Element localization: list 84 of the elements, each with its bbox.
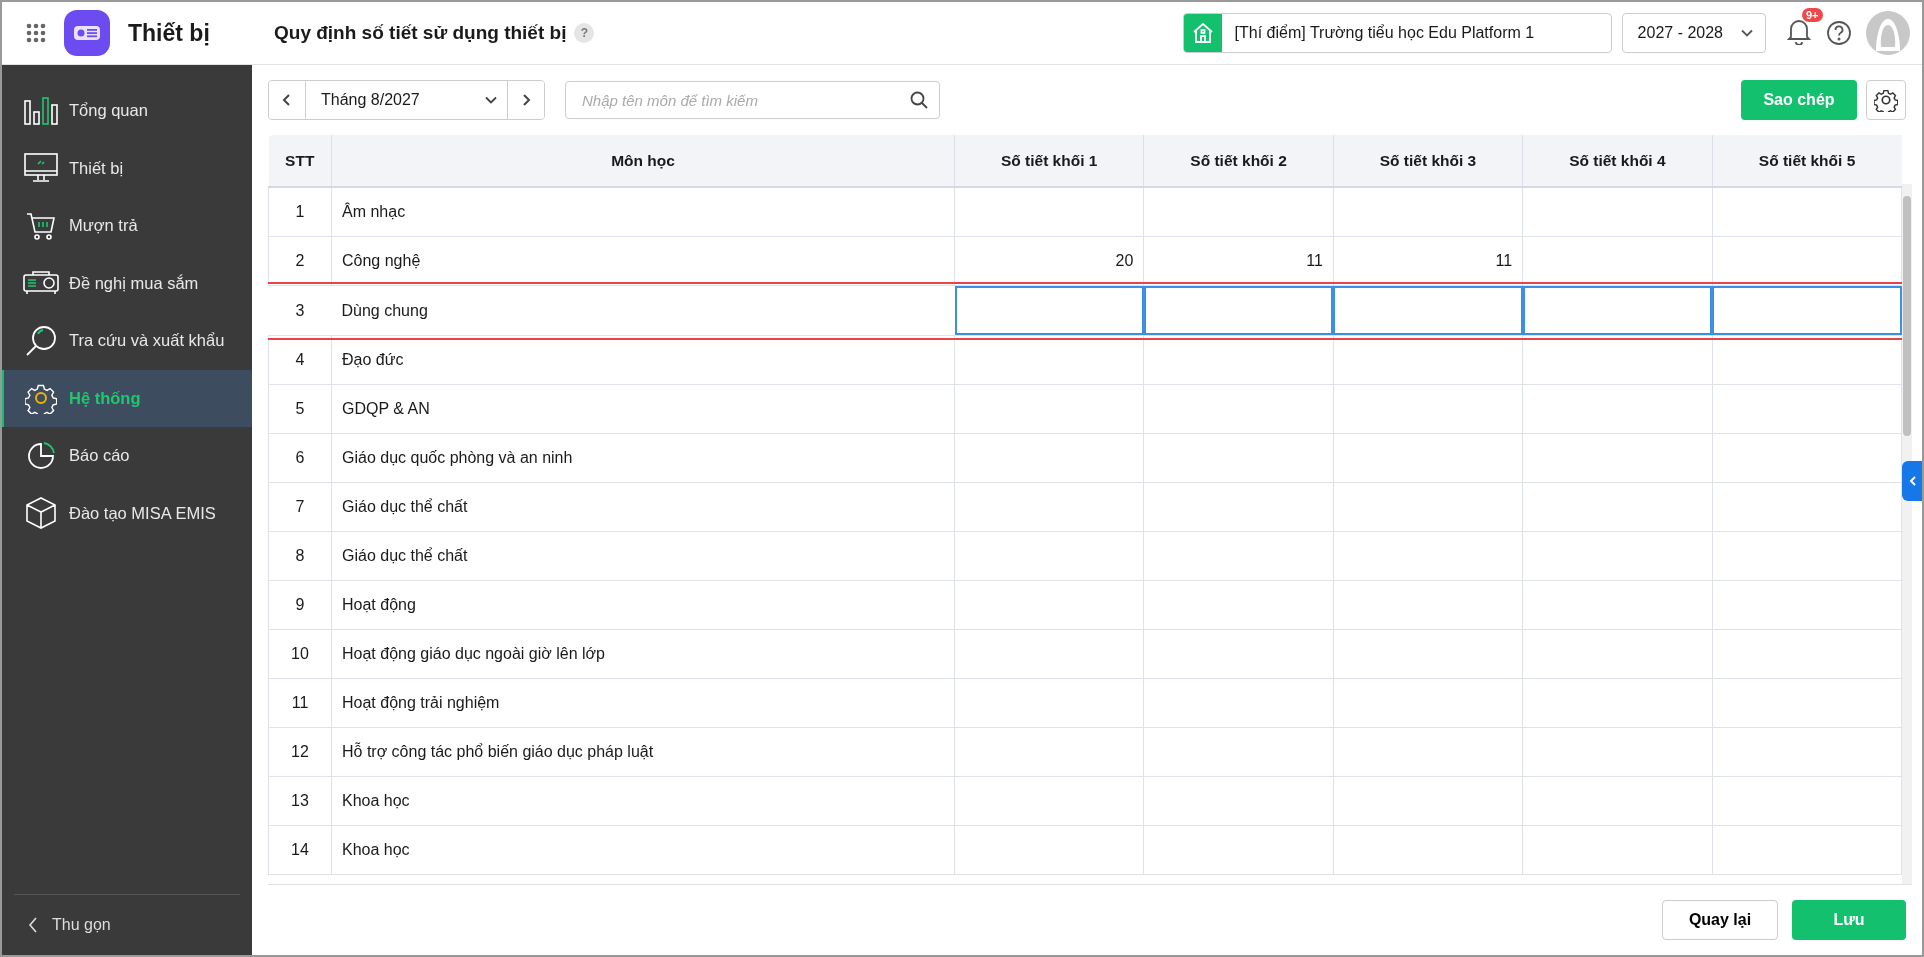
table-cell: Khoa học [331, 825, 955, 875]
table-cell: 14 [268, 825, 332, 875]
table-cell: Công nghệ [331, 236, 955, 286]
table-cell: Hoạt động [331, 580, 955, 630]
magnifier-icon [25, 324, 57, 357]
monitor-icon [24, 153, 58, 184]
table-cell: Giáo dục thể chất [331, 531, 955, 581]
column-header: Số tiết khối 2 [1143, 135, 1334, 187]
sidebar-item[interactable]: Đào tạo MISA EMIS [2, 484, 252, 542]
bar-chart-icon [24, 96, 58, 125]
table-cell: Âm nhạc [331, 187, 955, 237]
sidebar-item[interactable]: Tra cứu và xuất khẩu [2, 312, 252, 370]
panel-toggle-tab[interactable] [1902, 461, 1922, 501]
table-cell: 11 [1143, 236, 1334, 286]
table-cell: 10 [268, 629, 332, 679]
chevron-left-icon [282, 93, 292, 107]
table-cell: 9 [268, 580, 332, 630]
chevron-left-icon [28, 917, 38, 933]
number-input-field[interactable] [954, 286, 1144, 335]
collapse-sidebar-button[interactable]: Thu gọn [14, 894, 240, 955]
gear-icon [25, 382, 57, 415]
sidebar-item[interactable]: Thiết bị [2, 139, 252, 197]
table-cell: 1 [268, 187, 332, 237]
table-cell: 11 [268, 678, 332, 728]
column-header: Số tiết khối 3 [1333, 135, 1523, 187]
table-cell: 11 [1333, 236, 1523, 286]
projector-logo-icon [64, 10, 110, 56]
number-input-field[interactable] [1333, 286, 1523, 335]
column-header: Số tiết khối 5 [1712, 135, 1902, 187]
projector-icon [23, 271, 59, 296]
chevron-right-icon [521, 93, 531, 107]
house-icon [1191, 22, 1214, 44]
help-icon[interactable] [1826, 20, 1852, 46]
table-cell: GDQP & AN [331, 384, 955, 434]
table-cell: Khoa học [331, 776, 955, 826]
table-cell: 20 [954, 236, 1144, 286]
table-cell: Hoạt động giáo dục ngoài giờ lên lớp [331, 629, 955, 679]
back-button[interactable]: Quay lại [1662, 900, 1778, 940]
table-cell: 7 [268, 482, 332, 532]
sidebar-item[interactable]: Đề nghị mua sắm [2, 254, 252, 312]
help-badge[interactable]: ? [574, 23, 595, 43]
sidebar-item[interactable]: Báo cáo [2, 427, 252, 485]
search-field[interactable]: Nhập tên môn để tìm kiếm [565, 81, 940, 119]
sidebar-item[interactable]: Tổng quan [2, 82, 252, 140]
chevron-left-icon [1909, 475, 1917, 487]
notification-badge: 9+ [1802, 8, 1823, 22]
table-cell: 12 [268, 727, 332, 777]
table-cell: Dùng chung [331, 285, 955, 336]
column-header: Số tiết khối 1 [954, 135, 1144, 187]
search-icon [910, 91, 928, 109]
table-cell: 3 [268, 285, 332, 336]
chevron-down-icon [485, 96, 497, 104]
table-cell: 8 [268, 531, 332, 581]
app-name: Thiết bị [128, 19, 210, 47]
column-header: Môn học [331, 135, 955, 187]
school-year-dropdown[interactable]: 2027 - 2028 [1621, 13, 1766, 53]
table-cell: Hoạt động trải nghiệm [331, 678, 955, 728]
bell-icon[interactable] [1786, 17, 1812, 45]
table-cell: 5 [268, 384, 332, 434]
school-selector[interactable]: [Thí điểm] Trường tiểu học Edu Platform 1 [1182, 13, 1612, 53]
number-input-field[interactable] [1522, 286, 1713, 335]
column-header: Số tiết khối 4 [1522, 135, 1713, 187]
cart-icon [26, 211, 56, 240]
column-header: STT [268, 135, 332, 187]
app-grid-icon[interactable] [26, 23, 46, 43]
scrollbar[interactable] [1902, 184, 1912, 884]
table-cell: 2 [268, 236, 332, 286]
table-cell: 6 [268, 433, 332, 483]
settings-button[interactable] [1866, 80, 1906, 120]
sidebar-item[interactable]: Mượn trả [2, 197, 252, 255]
pie-chart-icon [26, 440, 56, 471]
table-cell: Giáo dục quốc phòng và an ninh [331, 433, 955, 483]
chevron-down-icon [1741, 29, 1753, 37]
table-cell: 13 [268, 776, 332, 826]
table-cell: Đạo đức [331, 335, 955, 385]
table-cell: Giáo dục thể chất [331, 482, 955, 532]
number-input-field[interactable] [1143, 286, 1334, 335]
table-cell: Hỗ trợ công tác phổ biến giáo dục pháp luật [331, 727, 955, 777]
cube-icon [26, 497, 56, 530]
sidebar-item[interactable]: Hệ thống [2, 369, 252, 427]
table-cell: 4 [268, 335, 332, 385]
settings-icon [1874, 88, 1898, 112]
page-title: Quy định số tiết sử dụng thiết bị [274, 22, 567, 44]
number-input-field[interactable] [1712, 286, 1902, 335]
